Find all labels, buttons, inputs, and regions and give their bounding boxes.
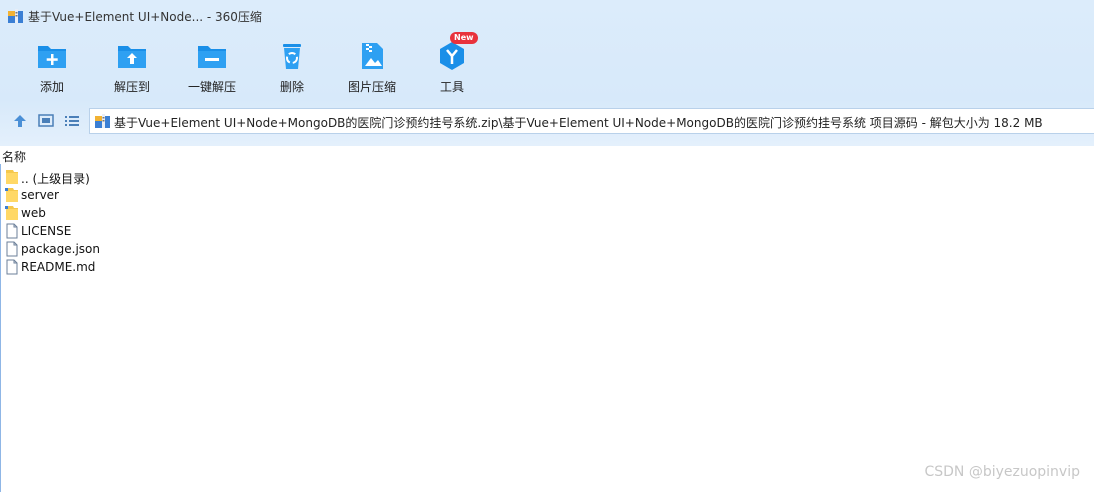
delete-label: 删除 <box>279 80 304 94</box>
add-label: 添加 <box>39 80 64 94</box>
list-item-name: LICENSE <box>21 224 72 238</box>
file-icon <box>6 223 18 239</box>
archive-app-icon <box>8 9 23 23</box>
title-bar[interactable]: 基于Vue+Element UI+Node... - 360压缩 <box>0 0 1094 32</box>
add-folder-icon <box>38 46 66 68</box>
name-column-header[interactable]: 名称 <box>0 146 1094 164</box>
list-item-server[interactable]: server <box>0 186 300 204</box>
image-compress-icon <box>362 43 383 69</box>
address-bar[interactable]: 基于Vue+Element UI+Node+MongoDB的医院门诊预约挂号系统… <box>89 108 1094 134</box>
extract-to-button[interactable]: 解压到 <box>92 36 172 98</box>
name-column-label: 名称 <box>2 150 27 164</box>
delete-button[interactable]: 删除 <box>252 36 332 98</box>
list-item-readme[interactable]: README.md <box>0 258 300 276</box>
list-item-parent-directory[interactable]: .. (上级目录) <box>0 168 300 186</box>
file-icon <box>6 259 18 275</box>
navigation-bar: 基于Vue+Element UI+Node+MongoDB的医院门诊预约挂号系统… <box>0 107 1094 135</box>
window-title: 基于Vue+Element UI+Node... - 360压缩 <box>28 10 262 24</box>
one-click-extract-icon <box>198 46 226 68</box>
list-item-name: .. (上级目录) <box>21 172 90 186</box>
list-item-name: README.md <box>21 260 96 274</box>
list-item-name: web <box>21 206 46 220</box>
one-click-extract-label: 一键解压 <box>187 80 236 94</box>
watermark: CSDN @biyezuopinvip <box>924 464 1080 480</box>
list-item-name: server <box>21 188 59 202</box>
new-badge: New <box>450 32 478 44</box>
list-view-icon[interactable] <box>63 112 81 130</box>
zip-archive-icon <box>95 114 110 128</box>
window-chrome: 基于Vue+Element UI+Node... - 360压缩 添加 解压到 <box>0 0 1094 146</box>
tools-label: 工具 <box>439 80 464 94</box>
list-item-license[interactable]: LICENSE <box>0 222 300 240</box>
thumbnail-view-icon[interactable] <box>37 112 55 130</box>
extract-to-label: 解压到 <box>113 80 150 94</box>
recycle-bin-icon <box>283 44 301 69</box>
one-click-extract-button[interactable]: 一键解压 <box>172 36 252 98</box>
image-compress-button[interactable]: 图片压缩 <box>332 36 412 98</box>
folder-icon <box>5 188 18 202</box>
extract-to-icon <box>118 46 146 68</box>
list-item-name: package.json <box>21 242 101 256</box>
image-compress-label: 图片压缩 <box>347 80 396 94</box>
tools-button[interactable]: 工具 <box>412 36 492 98</box>
add-button[interactable]: 添加 <box>12 36 92 98</box>
tools-icon <box>440 42 464 70</box>
address-path: 基于Vue+Element UI+Node+MongoDB的医院门诊预约挂号系统… <box>114 116 1043 130</box>
list-item-web[interactable]: web <box>0 204 300 222</box>
list-item-package-json[interactable]: package.json <box>0 240 300 258</box>
folder-icon <box>5 206 18 220</box>
up-arrow-icon[interactable] <box>11 112 29 130</box>
file-icon <box>6 241 18 257</box>
folder-icon <box>6 170 18 184</box>
